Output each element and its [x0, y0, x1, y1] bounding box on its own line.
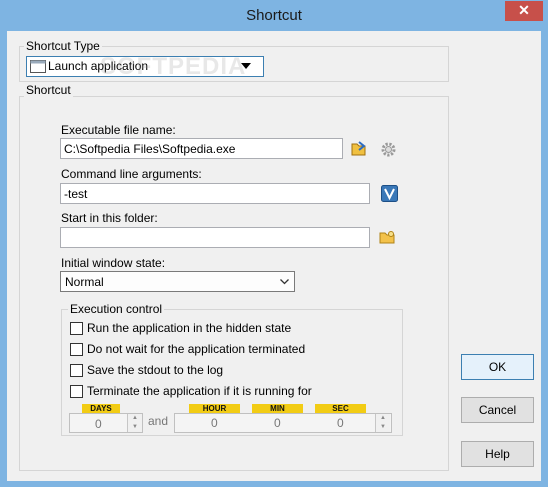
- days-spinner[interactable]: 0 ▲ ▼: [69, 413, 143, 433]
- close-icon: ✕: [518, 2, 530, 18]
- time-spinner-box: [174, 413, 392, 433]
- spin-arrows-icon[interactable]: ▲ ▼: [127, 414, 142, 432]
- window-state-dropdown[interactable]: Normal: [60, 271, 295, 292]
- spin-arrows-icon[interactable]: ▲ ▼: [375, 414, 390, 432]
- cancel-button[interactable]: Cancel: [461, 397, 534, 423]
- shortcut-type-label: Shortcut Type: [24, 39, 102, 53]
- terminate-label: Terminate the application if it is runni…: [87, 384, 312, 398]
- save-stdout-checkbox[interactable]: [70, 364, 83, 377]
- exe-label: Executable file name:: [61, 123, 176, 137]
- sec-tag: SEC: [315, 404, 366, 413]
- min-tag: MIN: [252, 404, 303, 413]
- days-tag: DAYS: [82, 404, 120, 413]
- terminate-checkbox[interactable]: [70, 385, 83, 398]
- no-wait-label: Do not wait for the application terminat…: [87, 342, 306, 356]
- min-value[interactable]: 0: [274, 416, 281, 430]
- close-button[interactable]: ✕: [505, 1, 543, 21]
- save-stdout-label: Save the stdout to the log: [87, 363, 224, 377]
- and-label: and: [148, 414, 169, 428]
- exe-input[interactable]: C:\Softpedia Files\Softpedia.exe: [60, 138, 343, 159]
- no-wait-checkbox[interactable]: [70, 343, 83, 356]
- hidden-state-checkbox[interactable]: [70, 322, 83, 335]
- folder-input[interactable]: [60, 227, 370, 248]
- hour-value[interactable]: 0: [211, 416, 218, 430]
- folder-label: Start in this folder:: [61, 211, 158, 225]
- hour-tag: HOUR: [189, 404, 240, 413]
- browse-folder-icon[interactable]: [379, 229, 396, 246]
- args-label: Command line arguments:: [61, 167, 202, 181]
- shortcut-group-label: Shortcut: [24, 83, 73, 97]
- window-state-value: Normal: [65, 275, 104, 289]
- days-value: 0: [95, 417, 102, 431]
- settings-gear-icon[interactable]: [380, 141, 397, 158]
- variables-icon[interactable]: [381, 185, 398, 202]
- help-button[interactable]: Help: [461, 441, 534, 467]
- window-title: Shortcut: [246, 7, 302, 24]
- window-state-label: Initial window state:: [61, 256, 166, 270]
- browse-file-icon[interactable]: [350, 140, 367, 157]
- execution-control-label: Execution control: [68, 302, 165, 316]
- hidden-state-label: Run the application in the hidden state: [87, 321, 292, 335]
- application-icon: [30, 60, 46, 73]
- args-input[interactable]: -test: [60, 183, 370, 204]
- watermark: SOFTPEDIA: [100, 53, 247, 80]
- chevron-down-icon: [280, 279, 289, 285]
- ok-button[interactable]: OK: [461, 354, 534, 380]
- sec-value[interactable]: 0: [337, 416, 344, 430]
